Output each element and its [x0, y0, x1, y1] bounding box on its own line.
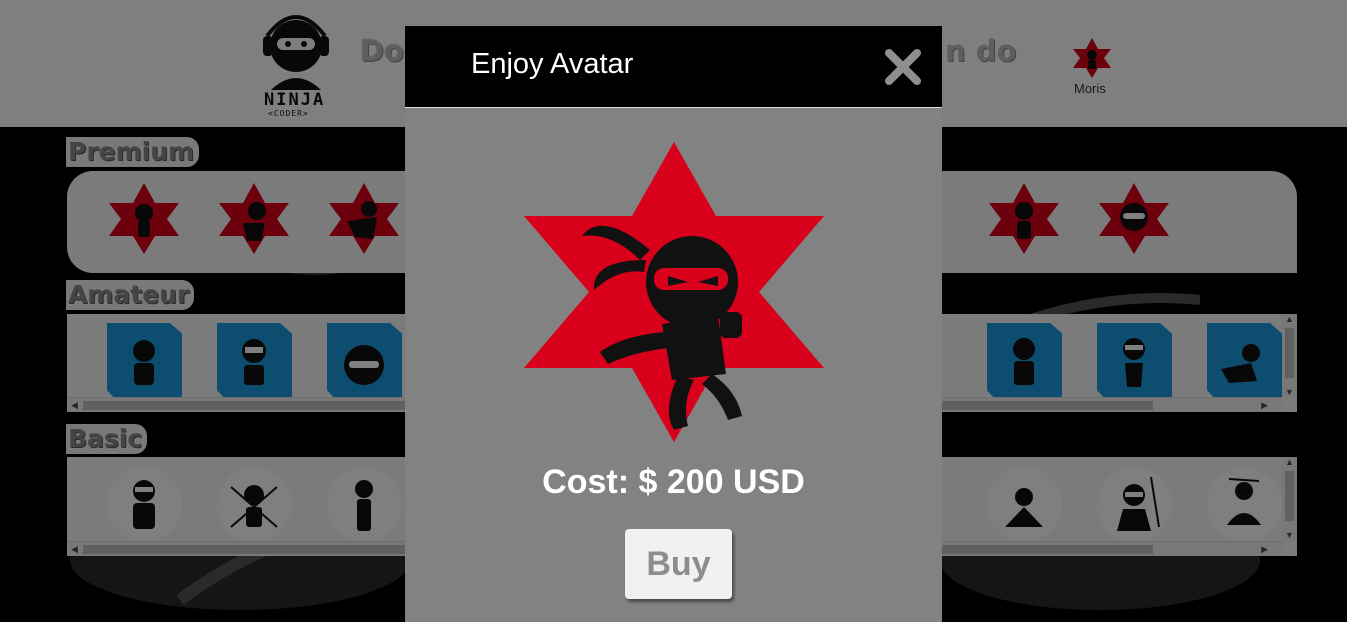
red-star-ninja-icon	[524, 142, 824, 442]
avatar-cost: Cost: $ 200 USD	[542, 463, 805, 501]
modal-title: Enjoy Avatar	[471, 48, 634, 80]
avatar-purchase-modal: Enjoy Avatar Cost: $ 200 USD Buy	[405, 26, 942, 622]
modal-header: Enjoy Avatar	[405, 26, 942, 108]
buy-button[interactable]: Buy	[625, 529, 732, 599]
close-icon[interactable]	[881, 45, 925, 89]
avatar-shop-page: NINJA <CODER> Do n do Moris Premium Amat…	[0, 0, 1347, 622]
